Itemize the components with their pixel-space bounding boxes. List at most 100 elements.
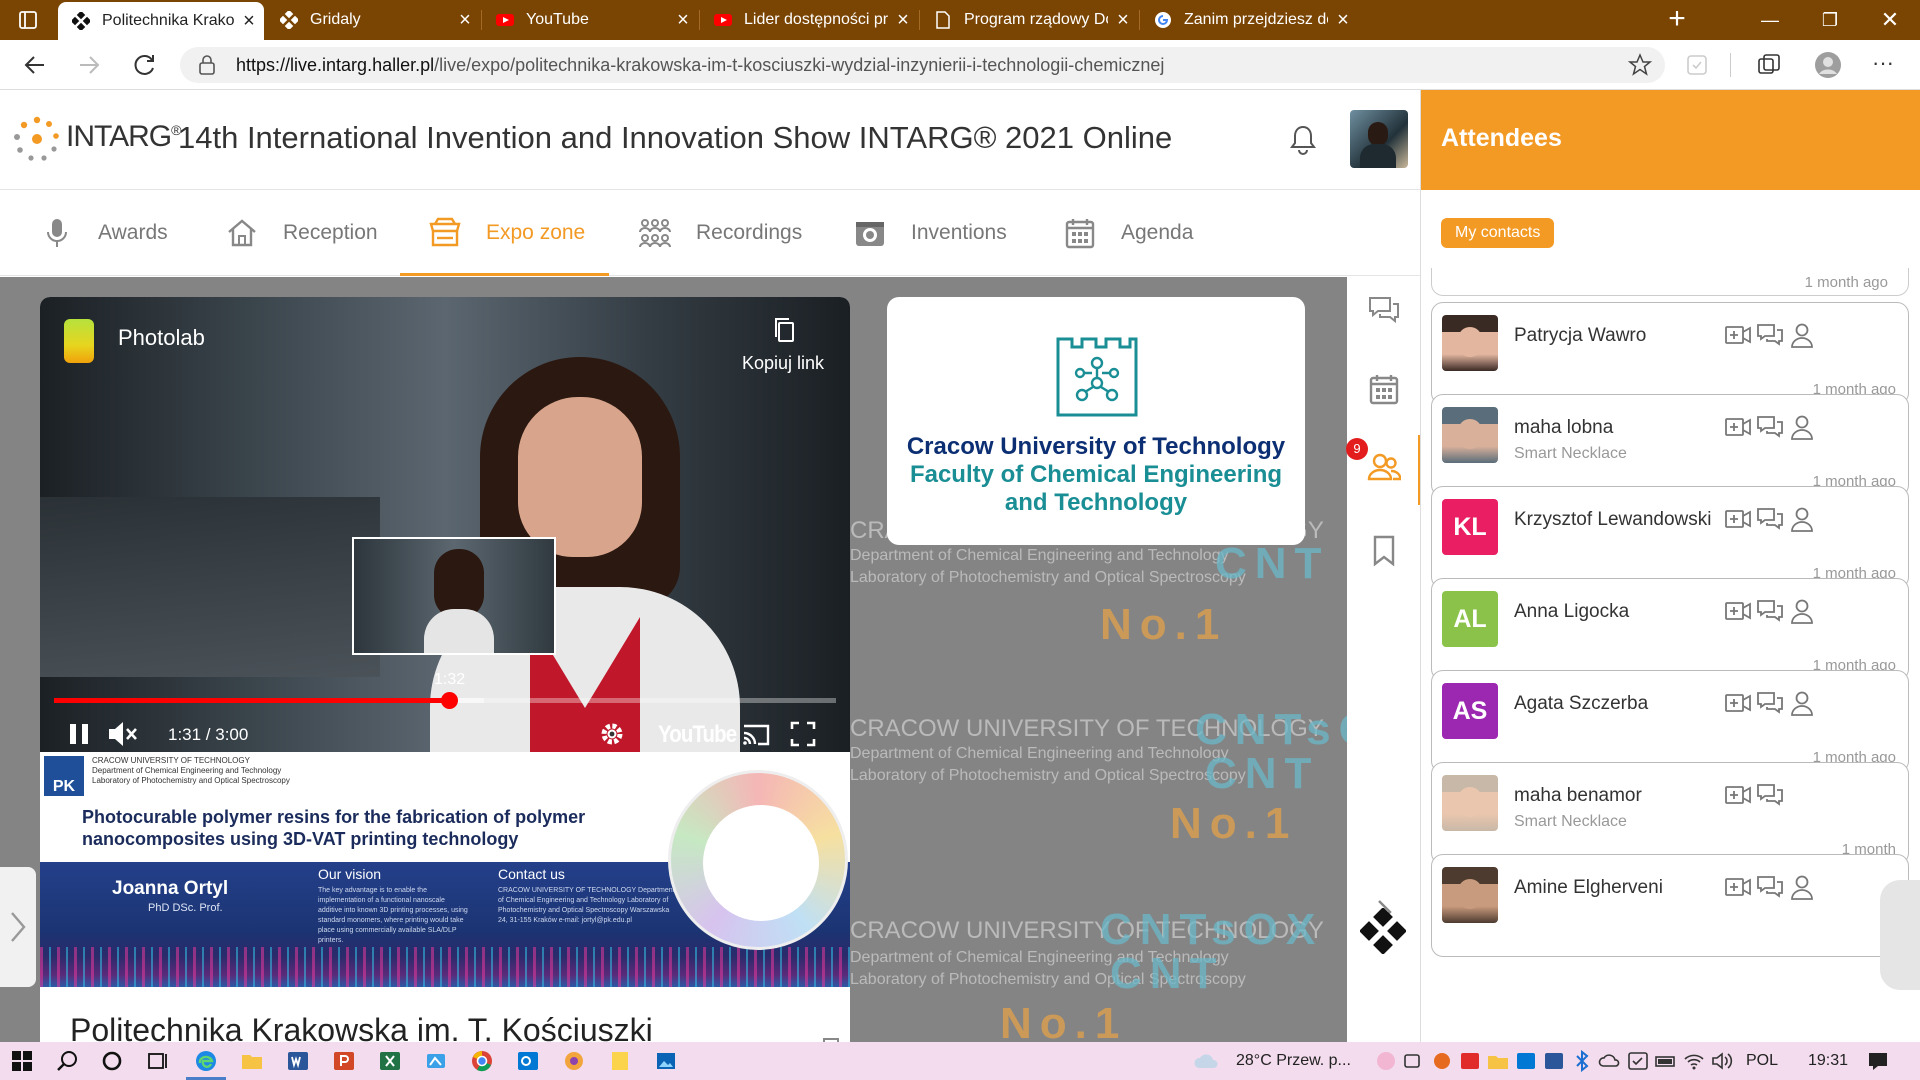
user-avatar[interactable] (1350, 110, 1408, 168)
search-icon[interactable] (56, 1049, 80, 1073)
chat-icon[interactable] (1756, 597, 1784, 625)
battery-icon[interactable] (1654, 1049, 1678, 1073)
add-favorite-icon[interactable] (1628, 53, 1652, 77)
more-options-icon[interactable]: ··· (1872, 52, 1898, 78)
copy-link-label[interactable]: Kopiuj link (742, 353, 824, 374)
copy-link-icon[interactable] (770, 315, 800, 345)
progress-scrubber[interactable] (440, 692, 458, 709)
settings-gear-icon[interactable] (598, 717, 626, 751)
nav-tab-expo-zone[interactable]: Expo zone (399, 190, 610, 276)
attendee-name[interactable]: maha lobna (1514, 417, 1613, 439)
chat-icon[interactable] (1756, 689, 1784, 717)
close-tab-icon[interactable]: × (234, 10, 264, 33)
close-window-button[interactable]: ✕ (1860, 0, 1920, 40)
clock[interactable]: 19:31 (1808, 1052, 1848, 1070)
video-call-icon[interactable] (1724, 321, 1752, 349)
chat-icon[interactable] (1756, 505, 1784, 533)
nav-tab-reception[interactable]: Reception (225, 190, 378, 276)
chrome-icon[interactable] (470, 1049, 494, 1073)
profile-icon[interactable] (1788, 597, 1816, 625)
windows-start-icon[interactable] (10, 1049, 34, 1073)
attendee-card[interactable]: AS Agata Szczerba 1 month ago (1431, 670, 1909, 773)
paint3d-icon[interactable] (562, 1049, 586, 1073)
attendee-initials-avatar[interactable]: KL (1442, 499, 1498, 555)
browser-tab[interactable]: Zanim przejdziesz do YouTu × (1140, 0, 1358, 40)
youtube-logo[interactable]: YouTube (658, 721, 737, 749)
browser-tab[interactable]: Program rządowy Dostępnc × (920, 0, 1138, 40)
excel-icon[interactable] (378, 1049, 402, 1073)
edge-icon[interactable] (194, 1049, 218, 1073)
lock-icon[interactable] (198, 55, 216, 75)
profile-icon[interactable] (1788, 321, 1816, 349)
attendee-initials-avatar[interactable]: AS (1442, 683, 1498, 739)
profile-icon[interactable] (1788, 413, 1816, 441)
attendee-card-partial[interactable]: 1 month ago (1431, 268, 1909, 296)
video-progress-bar[interactable] (54, 692, 836, 709)
video-call-icon[interactable] (1724, 873, 1752, 901)
maximize-button[interactable]: ❐ (1800, 0, 1860, 40)
cast-icon[interactable] (740, 717, 772, 751)
chat-icon[interactable] (1756, 321, 1784, 349)
new-tab-button[interactable]: + (1662, 4, 1692, 34)
tray-meet-icon[interactable] (1402, 1049, 1426, 1073)
tray-onedrive-icon[interactable] (1598, 1049, 1622, 1073)
nav-tab-awards[interactable]: Awards (40, 190, 168, 276)
bookmark-icon[interactable] (1367, 533, 1401, 567)
weather-cloud-icon[interactable] (1192, 1049, 1222, 1073)
cortana-icon[interactable] (100, 1049, 124, 1073)
attendee-card[interactable]: Amine Elgherveni (1431, 854, 1909, 957)
attendee-name[interactable]: Krzysztof Lewandowski (1514, 509, 1711, 531)
sticky-notes-icon[interactable] (608, 1049, 632, 1073)
attendee-name[interactable]: Agata Szczerba (1514, 693, 1648, 715)
reload-icon[interactable] (132, 52, 158, 78)
weather-text[interactable]: 28°C Przew. p... (1236, 1052, 1351, 1070)
fullscreen-icon[interactable] (788, 717, 818, 751)
close-tab-icon[interactable]: × (668, 9, 698, 32)
profile-icon[interactable] (1788, 505, 1816, 533)
snip-sketch-icon[interactable] (424, 1049, 448, 1073)
close-tab-icon[interactable]: × (1108, 9, 1138, 32)
url-field[interactable]: https://live.intarg.haller.pl/live/expo/… (180, 47, 1665, 83)
tray-bluetooth-icon[interactable] (1570, 1049, 1594, 1073)
tray-word-icon[interactable] (1542, 1049, 1566, 1073)
attendee-name[interactable]: maha benamor (1514, 785, 1642, 807)
reading-view-icon[interactable] (1684, 52, 1710, 78)
task-view-icon[interactable] (146, 1049, 170, 1073)
browser-tab[interactable]: Lider dostępności priorytetc × (700, 0, 918, 40)
stand-prev-arrow[interactable] (0, 867, 36, 987)
close-tab-icon[interactable]: × (888, 9, 918, 32)
nav-tab-recordings[interactable]: Recordings (638, 190, 802, 276)
attendee-name[interactable]: Amine Elgherveni (1514, 877, 1663, 899)
attendees-icon[interactable] (1367, 450, 1401, 484)
panel-scroll-handle[interactable] (1880, 880, 1920, 990)
volume-icon[interactable] (1710, 1049, 1734, 1073)
calendar-icon[interactable] (1367, 372, 1401, 406)
attendee-card[interactable]: Patrycja Wawro 1 month ago (1431, 302, 1909, 405)
browser-tab[interactable]: YouTube × (482, 0, 698, 40)
chat-icon[interactable] (1756, 873, 1784, 901)
video-call-icon[interactable] (1724, 781, 1752, 809)
mute-icon[interactable] (106, 717, 138, 751)
notification-bell-icon[interactable] (1288, 124, 1318, 156)
attendee-avatar[interactable] (1442, 315, 1498, 371)
tab-actions-icon[interactable] (18, 10, 38, 30)
tray-check-icon[interactable] (1626, 1049, 1650, 1073)
tray-red-icon[interactable] (1458, 1049, 1482, 1073)
my-contacts-button[interactable]: My contacts (1441, 218, 1555, 248)
close-tab-icon[interactable]: × (1328, 9, 1358, 32)
powerpoint-icon[interactable] (332, 1049, 356, 1073)
back-icon[interactable] (22, 52, 48, 78)
attendee-avatar[interactable] (1442, 775, 1498, 831)
channel-avatar[interactable] (64, 319, 94, 363)
tray-outlook-icon[interactable] (1514, 1049, 1538, 1073)
wifi-icon[interactable] (1682, 1049, 1706, 1073)
attendee-name[interactable]: Patrycja Wawro (1514, 325, 1646, 347)
attendee-card[interactable]: KL Krzysztof Lewandowski 1 month ago (1431, 486, 1909, 589)
video-channel-title[interactable]: Photolab (118, 325, 205, 351)
nav-tab-agenda[interactable]: Agenda (1063, 190, 1193, 276)
attendee-avatar[interactable] (1442, 867, 1498, 923)
video-call-icon[interactable] (1724, 505, 1752, 533)
attendee-card[interactable]: maha benamor Smart Necklace 1 month (1431, 762, 1909, 865)
attendee-card[interactable]: AL Anna Ligocka 1 month ago (1431, 578, 1909, 681)
profile-icon[interactable] (1788, 873, 1816, 901)
